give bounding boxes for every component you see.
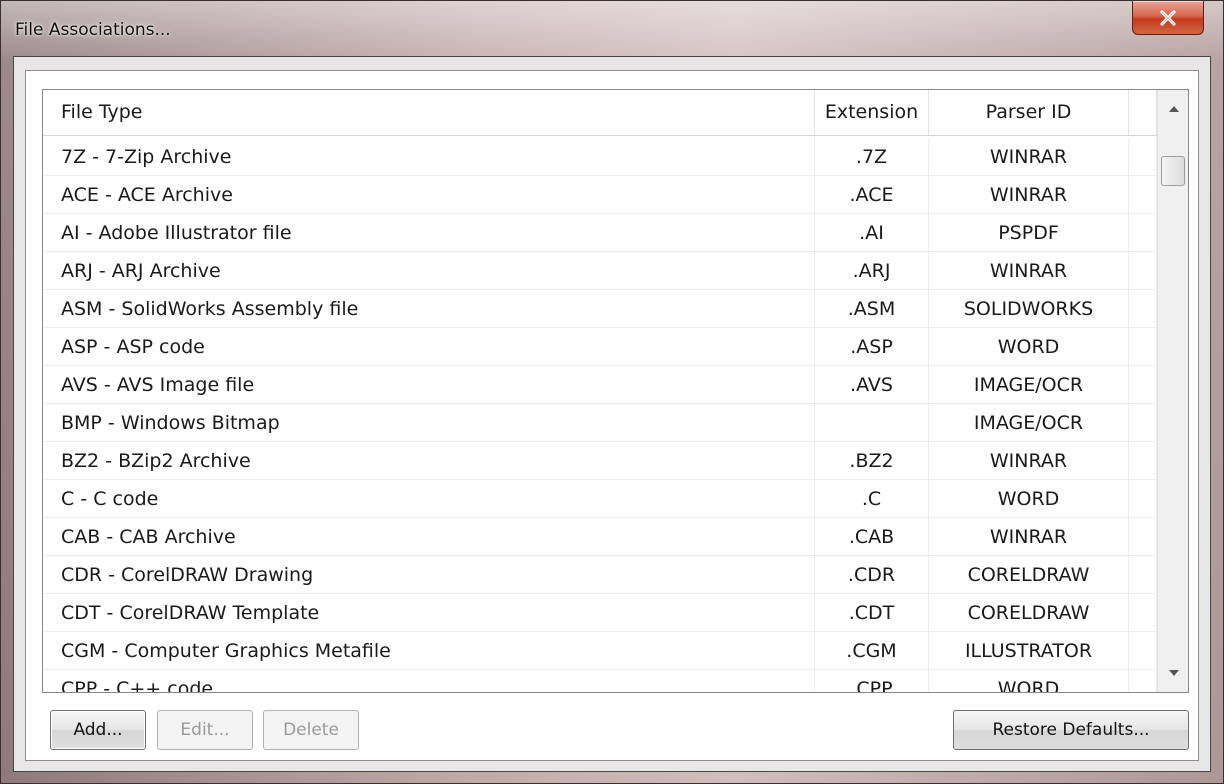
parser-id-cell: IMAGE/OCR xyxy=(929,404,1129,442)
vertical-scrollbar[interactable] xyxy=(1157,90,1188,692)
file-type-cell: ARJ - ARJ Archive xyxy=(43,252,815,290)
scroll-up-button[interactable] xyxy=(1158,94,1188,124)
extension-cell: .AVS xyxy=(815,366,929,404)
delete-button[interactable]: Delete xyxy=(263,710,359,750)
filler-cell xyxy=(1129,290,1157,328)
table-row[interactable]: ASM - SolidWorks Assembly file .ASM SOLIDW… xyxy=(43,290,1157,328)
add-button[interactable]: Add... xyxy=(50,710,146,750)
table-row[interactable]: CGM - Computer Graphics Metafile .CGM ILLU… xyxy=(43,632,1157,670)
parser-id-cell: PSPDF xyxy=(929,214,1129,252)
parser-id-cell: ILLUSTRATOR xyxy=(929,632,1129,670)
column-header-file-type[interactable]: File Type xyxy=(43,90,815,135)
filler-cell xyxy=(1129,176,1157,214)
extension-cell: .CGM xyxy=(815,632,929,670)
scrollbar-thumb[interactable] xyxy=(1161,156,1185,186)
table-row[interactable]: BZ2 - BZip2 Archive .BZ2 WINRAR xyxy=(43,442,1157,480)
extension-cell: .BZ2 xyxy=(815,442,929,480)
filler-cell xyxy=(1129,594,1157,632)
table-row[interactable]: AI - Adobe Illustrator file .AI PSPDF xyxy=(43,214,1157,252)
file-type-cell: ASP - ASP code xyxy=(43,328,815,366)
extension-cell: .CDT xyxy=(815,594,929,632)
extension-cell: .AI xyxy=(815,214,929,252)
file-type-cell: CDT - CorelDRAW Template xyxy=(43,594,815,632)
window-title: File Associations... xyxy=(15,20,171,40)
parser-id-cell: WORD xyxy=(929,328,1129,366)
parser-id-cell: CORELDRAW xyxy=(929,594,1129,632)
filler-cell xyxy=(1129,442,1157,480)
parser-id-cell: WORD xyxy=(929,670,1129,692)
table-row[interactable]: 7Z - 7-Zip Archive .7Z WINRAR xyxy=(43,138,1157,176)
table-row[interactable]: C - C code .C WORD xyxy=(43,480,1157,518)
restore-defaults-button[interactable]: Restore Defaults... xyxy=(953,710,1189,750)
parser-id-cell: WINRAR xyxy=(929,138,1129,176)
extension-cell: .ACE xyxy=(815,176,929,214)
extension-cell: .CPP xyxy=(815,670,929,692)
dialog-window: File Associations... File Type Extension… xyxy=(0,0,1224,784)
filler-cell xyxy=(1129,670,1157,692)
parser-id-cell: WINRAR xyxy=(929,176,1129,214)
filler-cell xyxy=(1129,404,1157,442)
file-type-cell: C - C code xyxy=(43,480,815,518)
extension-cell: .CAB xyxy=(815,518,929,556)
parser-id-cell: WINRAR xyxy=(929,518,1129,556)
filler-cell xyxy=(1129,366,1157,404)
table-row[interactable]: BMP - Windows Bitmap IMAGE/OCR xyxy=(43,404,1157,442)
filler-cell xyxy=(1129,328,1157,366)
parser-id-cell: WINRAR xyxy=(929,442,1129,480)
file-type-cell: CGM - Computer Graphics Metafile xyxy=(43,632,815,670)
parser-id-cell: CORELDRAW xyxy=(929,556,1129,594)
edit-button[interactable]: Edit... xyxy=(157,710,253,750)
table-row[interactable]: CDT - CorelDRAW Template .CDT CORELDRAW xyxy=(43,594,1157,632)
file-association-list[interactable]: File Type Extension Parser ID 7Z - 7-Zip… xyxy=(42,89,1189,693)
extension-cell: .ASP xyxy=(815,328,929,366)
table-row[interactable]: ASP - ASP code .ASP WORD xyxy=(43,328,1157,366)
file-type-cell: CAB - CAB Archive xyxy=(43,518,815,556)
parser-id-cell: IMAGE/OCR xyxy=(929,366,1129,404)
extension-cell: .7Z xyxy=(815,138,929,176)
extension-cell: .CDR xyxy=(815,556,929,594)
parser-id-cell: WINRAR xyxy=(929,252,1129,290)
extension-cell: .C xyxy=(815,480,929,518)
file-type-cell: 7Z - 7-Zip Archive xyxy=(43,138,815,176)
list-header: File Type Extension Parser ID xyxy=(43,90,1188,136)
table-row[interactable]: AVS - AVS Image file .AVS IMAGE/OCR xyxy=(43,366,1157,404)
table-row[interactable]: CPP - C++ code .CPP WORD xyxy=(43,670,1157,692)
chevron-up-icon xyxy=(1168,106,1179,112)
file-type-cell: AVS - AVS Image file xyxy=(43,366,815,404)
table-row[interactable]: ACE - ACE Archive .ACE WINRAR xyxy=(43,176,1157,214)
table-row[interactable]: ARJ - ARJ Archive .ARJ WINRAR xyxy=(43,252,1157,290)
parser-id-cell: SOLIDWORKS xyxy=(929,290,1129,328)
column-header-parser-id[interactable]: Parser ID xyxy=(929,90,1129,135)
filler-cell xyxy=(1129,632,1157,670)
filler-cell xyxy=(1129,138,1157,176)
file-type-cell: CPP - C++ code xyxy=(43,670,815,692)
table-row[interactable]: CAB - CAB Archive .CAB WINRAR xyxy=(43,518,1157,556)
close-icon xyxy=(1160,9,1176,26)
scroll-down-button[interactable] xyxy=(1158,658,1188,688)
file-type-cell: AI - Adobe Illustrator file xyxy=(43,214,815,252)
file-type-cell: ASM - SolidWorks Assembly file xyxy=(43,290,815,328)
close-button[interactable] xyxy=(1132,1,1204,35)
column-header-extension[interactable]: Extension xyxy=(815,90,929,135)
filler-cell xyxy=(1129,214,1157,252)
filler-cell xyxy=(1129,556,1157,594)
file-type-cell: ACE - ACE Archive xyxy=(43,176,815,214)
table-row[interactable]: CDR - CorelDRAW Drawing .CDR CORELDRAW xyxy=(43,556,1157,594)
file-type-cell: BMP - Windows Bitmap xyxy=(43,404,815,442)
chevron-down-icon xyxy=(1168,670,1179,676)
extension-cell: .ASM xyxy=(815,290,929,328)
filler-cell xyxy=(1129,480,1157,518)
extension-cell xyxy=(815,404,929,442)
parser-id-cell: WORD xyxy=(929,480,1129,518)
column-header-filler xyxy=(1129,90,1157,135)
file-type-cell: CDR - CorelDRAW Drawing xyxy=(43,556,815,594)
filler-cell xyxy=(1129,252,1157,290)
filler-cell xyxy=(1129,518,1157,556)
file-type-cell: BZ2 - BZip2 Archive xyxy=(43,442,815,480)
extension-cell: .ARJ xyxy=(815,252,929,290)
